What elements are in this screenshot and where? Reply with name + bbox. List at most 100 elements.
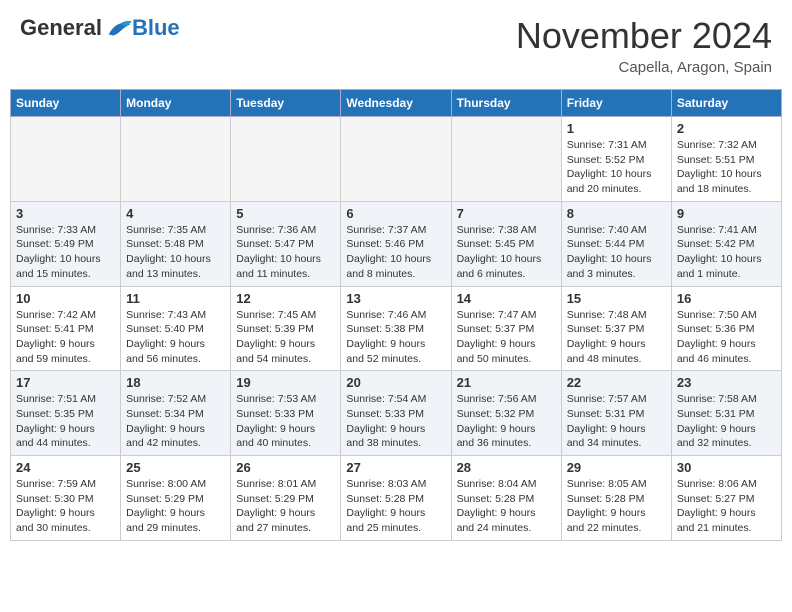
weekday-header-tuesday: Tuesday: [231, 90, 341, 117]
day-number: 19: [236, 375, 335, 390]
day-info: Sunrise: 7:37 AM Sunset: 5:46 PM Dayligh…: [346, 223, 445, 282]
day-number: 8: [567, 206, 666, 221]
day-info: Sunrise: 7:59 AM Sunset: 5:30 PM Dayligh…: [16, 477, 115, 536]
day-number: 12: [236, 291, 335, 306]
day-info: Sunrise: 8:04 AM Sunset: 5:28 PM Dayligh…: [457, 477, 556, 536]
weekday-header-sunday: Sunday: [11, 90, 121, 117]
calendar-cell: [341, 117, 451, 202]
calendar-cell: 27 Sunrise: 8:03 AM Sunset: 5:28 PM Dayli…: [341, 456, 451, 541]
day-number: 21: [457, 375, 556, 390]
calendar-cell: 17 Sunrise: 7:51 AM Sunset: 5:35 PM Dayli…: [11, 371, 121, 456]
day-number: 18: [126, 375, 225, 390]
location: Capella, Aragon, Spain: [516, 59, 772, 76]
calendar-week-row: 10 Sunrise: 7:42 AM Sunset: 5:41 PM Dayli…: [11, 286, 782, 371]
calendar-cell: 20Sunrise: 7:54 AM Sunset: 5:33 PM Dayli…: [341, 371, 451, 456]
logo-general: General: [20, 15, 102, 41]
calendar-week-row: 24 Sunrise: 7:59 AM Sunset: 5:30 PM Dayli…: [11, 456, 782, 541]
day-number: 25: [126, 460, 225, 475]
day-number: 26: [236, 460, 335, 475]
calendar-cell: 1 Sunrise: 7:31 AM Sunset: 5:52 PM Daylig…: [561, 117, 671, 202]
day-info: Sunrise: 7:33 AM Sunset: 5:49 PM Dayligh…: [16, 223, 115, 282]
day-number: 11: [126, 291, 225, 306]
calendar-cell: 25 Sunrise: 8:00 AM Sunset: 5:29 PM Dayli…: [121, 456, 231, 541]
calendar-cell: [121, 117, 231, 202]
day-info: Sunrise: 7:50 AM Sunset: 5:36 PM Dayligh…: [677, 308, 776, 367]
day-info: Sunrise: 7:41 AM Sunset: 5:42 PM Dayligh…: [677, 223, 776, 282]
title-block: November 2024 Capella, Aragon, Spain: [516, 15, 772, 76]
calendar-cell: 23 Sunrise: 7:58 AM Sunset: 5:31 PM Dayli…: [671, 371, 781, 456]
calendar-cell: 5 Sunrise: 7:36 AM Sunset: 5:47 PM Daylig…: [231, 201, 341, 286]
day-number: 4: [126, 206, 225, 221]
calendar-cell: [451, 117, 561, 202]
day-number: 24: [16, 460, 115, 475]
day-info: Sunrise: 7:56 AM Sunset: 5:32 PM Dayligh…: [457, 392, 556, 451]
day-info: Sunrise: 8:03 AM Sunset: 5:28 PM Dayligh…: [346, 477, 445, 536]
calendar-cell: 6 Sunrise: 7:37 AM Sunset: 5:46 PM Daylig…: [341, 201, 451, 286]
calendar-cell: 21 Sunrise: 7:56 AM Sunset: 5:32 PM Dayli…: [451, 371, 561, 456]
calendar-cell: 2Sunrise: 7:32 AM Sunset: 5:51 PM Daylig…: [671, 117, 781, 202]
day-info: Sunrise: 7:58 AM Sunset: 5:31 PM Dayligh…: [677, 392, 776, 451]
calendar-cell: 29 Sunrise: 8:05 AM Sunset: 5:28 PM Dayli…: [561, 456, 671, 541]
day-number: 1: [567, 121, 666, 136]
calendar-cell: 22 Sunrise: 7:57 AM Sunset: 5:31 PM Dayli…: [561, 371, 671, 456]
weekday-header-row: SundayMondayTuesdayWednesdayThursdayFrid…: [11, 90, 782, 117]
day-number: 16: [677, 291, 776, 306]
day-number: 9: [677, 206, 776, 221]
day-info: Sunrise: 7:42 AM Sunset: 5:41 PM Dayligh…: [16, 308, 115, 367]
day-info: Sunrise: 7:45 AM Sunset: 5:39 PM Dayligh…: [236, 308, 335, 367]
day-number: 13: [346, 291, 445, 306]
calendar-cell: 13 Sunrise: 7:46 AM Sunset: 5:38 PM Dayli…: [341, 286, 451, 371]
day-info: Sunrise: 7:38 AM Sunset: 5:45 PM Dayligh…: [457, 223, 556, 282]
day-info: Sunrise: 8:06 AM Sunset: 5:27 PM Dayligh…: [677, 477, 776, 536]
day-info: Sunrise: 7:51 AM Sunset: 5:35 PM Dayligh…: [16, 392, 115, 451]
day-number: 15: [567, 291, 666, 306]
weekday-header-friday: Friday: [561, 90, 671, 117]
day-info: Sunrise: 7:31 AM Sunset: 5:52 PM Dayligh…: [567, 138, 666, 197]
day-number: 29: [567, 460, 666, 475]
day-number: 17: [16, 375, 115, 390]
day-info: Sunrise: 7:57 AM Sunset: 5:31 PM Dayligh…: [567, 392, 666, 451]
weekday-header-thursday: Thursday: [451, 90, 561, 117]
calendar-cell: 30Sunrise: 8:06 AM Sunset: 5:27 PM Dayli…: [671, 456, 781, 541]
calendar-week-row: 1 Sunrise: 7:31 AM Sunset: 5:52 PM Daylig…: [11, 117, 782, 202]
calendar-week-row: 3 Sunrise: 7:33 AM Sunset: 5:49 PM Daylig…: [11, 201, 782, 286]
day-info: Sunrise: 7:46 AM Sunset: 5:38 PM Dayligh…: [346, 308, 445, 367]
calendar-cell: 10 Sunrise: 7:42 AM Sunset: 5:41 PM Dayli…: [11, 286, 121, 371]
logo-blue: Blue: [132, 15, 180, 41]
day-number: 5: [236, 206, 335, 221]
calendar-cell: 19 Sunrise: 7:53 AM Sunset: 5:33 PM Dayli…: [231, 371, 341, 456]
day-number: 20: [346, 375, 445, 390]
day-info: Sunrise: 7:52 AM Sunset: 5:34 PM Dayligh…: [126, 392, 225, 451]
day-number: 22: [567, 375, 666, 390]
calendar-table: SundayMondayTuesdayWednesdayThursdayFrid…: [10, 89, 782, 541]
calendar-cell: 7 Sunrise: 7:38 AM Sunset: 5:45 PM Daylig…: [451, 201, 561, 286]
weekday-header-wednesday: Wednesday: [341, 90, 451, 117]
calendar-cell: 28Sunrise: 8:04 AM Sunset: 5:28 PM Dayli…: [451, 456, 561, 541]
day-number: 27: [346, 460, 445, 475]
calendar-cell: 15Sunrise: 7:48 AM Sunset: 5:37 PM Dayli…: [561, 286, 671, 371]
calendar-cell: 12 Sunrise: 7:45 AM Sunset: 5:39 PM Dayli…: [231, 286, 341, 371]
day-number: 6: [346, 206, 445, 221]
day-number: 3: [16, 206, 115, 221]
day-info: Sunrise: 7:35 AM Sunset: 5:48 PM Dayligh…: [126, 223, 225, 282]
calendar-week-row: 17 Sunrise: 7:51 AM Sunset: 5:35 PM Dayli…: [11, 371, 782, 456]
day-number: 23: [677, 375, 776, 390]
calendar-cell: 24 Sunrise: 7:59 AM Sunset: 5:30 PM Dayli…: [11, 456, 121, 541]
day-number: 7: [457, 206, 556, 221]
calendar-cell: 14 Sunrise: 7:47 AM Sunset: 5:37 PM Dayli…: [451, 286, 561, 371]
day-info: Sunrise: 7:53 AM Sunset: 5:33 PM Dayligh…: [236, 392, 335, 451]
day-info: Sunrise: 7:47 AM Sunset: 5:37 PM Dayligh…: [457, 308, 556, 367]
day-info: Sunrise: 8:00 AM Sunset: 5:29 PM Dayligh…: [126, 477, 225, 536]
month-title: November 2024: [516, 15, 772, 57]
day-info: Sunrise: 7:36 AM Sunset: 5:47 PM Dayligh…: [236, 223, 335, 282]
calendar-cell: 18 Sunrise: 7:52 AM Sunset: 5:34 PM Dayli…: [121, 371, 231, 456]
calendar-cell: 3 Sunrise: 7:33 AM Sunset: 5:49 PM Daylig…: [11, 201, 121, 286]
day-info: Sunrise: 7:43 AM Sunset: 5:40 PM Dayligh…: [126, 308, 225, 367]
calendar-cell: 11 Sunrise: 7:43 AM Sunset: 5:40 PM Dayli…: [121, 286, 231, 371]
calendar-cell: [231, 117, 341, 202]
day-info: Sunrise: 8:01 AM Sunset: 5:29 PM Dayligh…: [236, 477, 335, 536]
calendar-cell: [11, 117, 121, 202]
day-info: Sunrise: 8:05 AM Sunset: 5:28 PM Dayligh…: [567, 477, 666, 536]
day-number: 10: [16, 291, 115, 306]
day-number: 14: [457, 291, 556, 306]
